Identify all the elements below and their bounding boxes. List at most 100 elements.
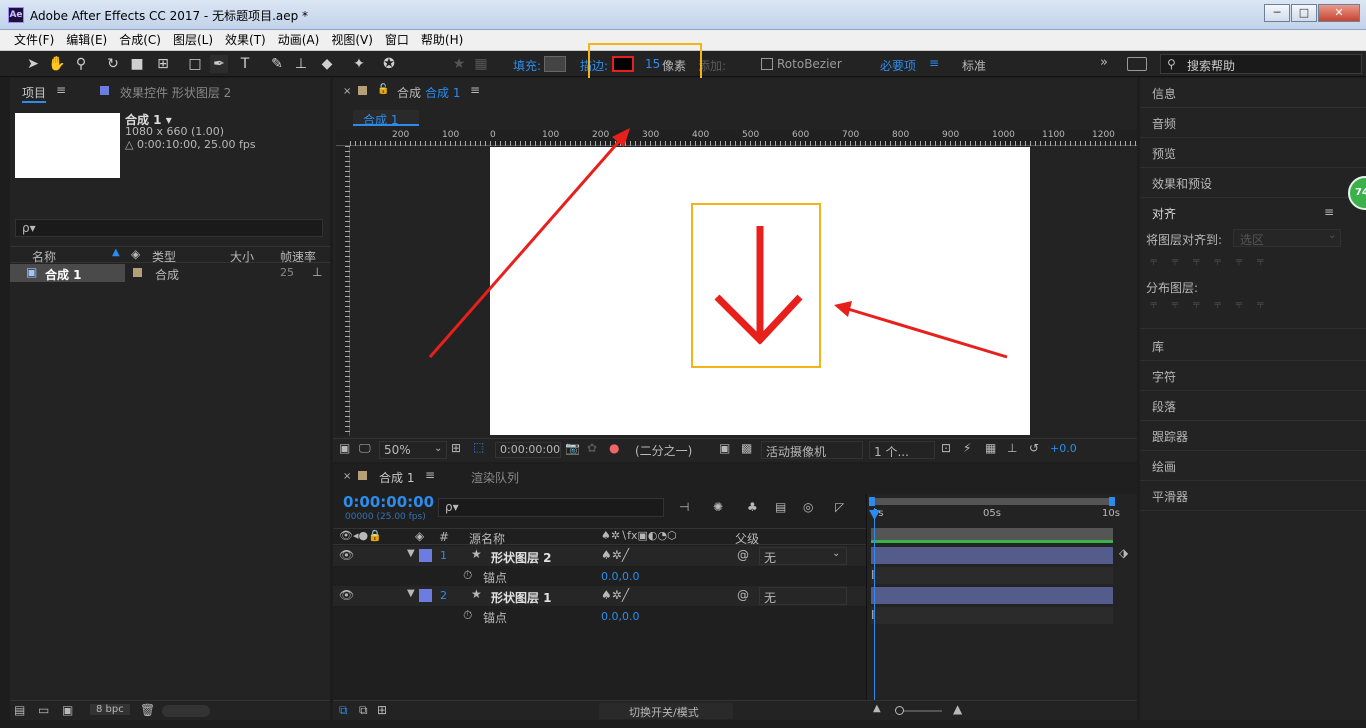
- workspace-essentials[interactable]: 必要项: [880, 57, 916, 74]
- panel-audio[interactable]: 音频: [1152, 115, 1176, 132]
- hand-tool-icon[interactable]: ✋: [48, 55, 66, 73]
- minimize-button[interactable]: ─: [1264, 4, 1290, 22]
- menu-help[interactable]: 帮助(H): [415, 30, 469, 50]
- panel-paragraph[interactable]: 段落: [1152, 398, 1176, 415]
- new-comp-icon[interactable]: ▣: [62, 703, 73, 717]
- col-name[interactable]: 名称: [32, 248, 56, 265]
- panel-smoother[interactable]: 平滑器: [1152, 488, 1188, 505]
- property-value-2[interactable]: 0.0,0.0: [601, 610, 639, 623]
- project-tab[interactable]: 项目: [22, 84, 47, 103]
- pen-tool-icon[interactable]: ✒: [210, 55, 228, 73]
- menu-window[interactable]: 窗口: [379, 30, 415, 50]
- work-area-start-handle[interactable]: [869, 497, 875, 506]
- zoom-slider-handle[interactable]: [895, 706, 904, 715]
- monitor-icon[interactable]: 🖵: [359, 441, 371, 456]
- label-color[interactable]: [133, 268, 142, 277]
- maximize-button[interactable]: □: [1291, 4, 1317, 22]
- work-area-end-handle[interactable]: [1109, 497, 1115, 506]
- fit-icon[interactable]: ⊞: [451, 441, 461, 455]
- comp-tab-name[interactable]: 合成 1: [425, 84, 460, 101]
- layer-bar-1[interactable]: [871, 547, 1113, 564]
- region-icon[interactable]: ⬚: [473, 440, 484, 454]
- align-panel-title[interactable]: 对齐: [1152, 205, 1176, 222]
- delete-icon[interactable]: 🗑: [140, 703, 155, 717]
- table-row[interactable]: ⏱ 锚点 0.0,0.0: [333, 606, 866, 626]
- interpret-footage-icon[interactable]: ▤: [14, 703, 25, 717]
- stopwatch-icon[interactable]: ⏱: [463, 568, 472, 583]
- selection-tool-icon[interactable]: ➤: [24, 55, 42, 73]
- layer-label-color[interactable]: [419, 549, 432, 562]
- panel-info[interactable]: 信息: [1152, 85, 1176, 102]
- effects-controls-tab[interactable]: 效果控件 形状图层 2: [120, 84, 231, 101]
- table-row[interactable]: 👁 ▼ 1 ★ 形状图层 2 ♠✲╱ @ 无 ⌄: [333, 546, 866, 566]
- roto-brush-tool-icon[interactable]: ✦: [350, 55, 368, 73]
- lock-icon[interactable]: 🔓: [377, 84, 389, 95]
- panel-tracker[interactable]: 跟踪器: [1152, 428, 1188, 445]
- stopwatch-icon-2[interactable]: ⏱: [463, 608, 472, 623]
- draft-3d-icon[interactable]: ✺: [713, 500, 723, 514]
- menu-effect[interactable]: 效果(T): [219, 30, 272, 50]
- comp-button-icon[interactable]: ⬗: [1119, 546, 1128, 560]
- puppet-pin-tool-icon[interactable]: ✪: [380, 55, 398, 73]
- clone-stamp-tool-icon[interactable]: ⊥: [292, 55, 310, 73]
- align-panel-menu-icon[interactable]: ≡: [1324, 205, 1334, 219]
- roi-icon[interactable]: ▣: [719, 441, 730, 455]
- composition-mini-flowchart-icon[interactable]: ⊣: [679, 500, 689, 514]
- new-folder-icon[interactable]: ▭: [38, 703, 49, 717]
- panel-effects-presets[interactable]: 效果和预设: [1152, 175, 1212, 192]
- close-timeline-tab-icon[interactable]: ×: [343, 471, 351, 482]
- visibility-eye-icon-2[interactable]: 👁: [339, 588, 354, 602]
- timeline-icon[interactable]: ▦: [985, 441, 996, 455]
- menu-layer[interactable]: 图层(L): [167, 30, 219, 50]
- layer-switches-toggle-icon[interactable]: ⧉: [339, 703, 348, 718]
- help-search-input[interactable]: ⚲ 搜索帮助: [1160, 54, 1362, 74]
- parent-dropdown-2[interactable]: 无: [759, 587, 847, 605]
- camera-tool-icon[interactable]: ■: [128, 55, 146, 73]
- thumbnail-scrollbar[interactable]: [162, 705, 210, 717]
- panel-menu-icon[interactable]: ≡: [56, 83, 66, 97]
- timeline-timecode[interactable]: 0:00:00:00: [343, 493, 434, 511]
- col-parent[interactable]: 父级: [735, 530, 759, 547]
- frame-blending-icon[interactable]: ▤: [775, 500, 786, 514]
- layer-name[interactable]: 形状图层 2: [491, 549, 552, 566]
- distribute-buttons-row[interactable]: ⫧⫧⫧⫧⫧⫧: [1150, 297, 1342, 317]
- channel-icon[interactable]: ●: [609, 441, 619, 455]
- in-out-stretch-icon[interactable]: ⊞: [377, 703, 387, 717]
- zoom-slider-track[interactable]: [898, 710, 942, 712]
- exposure-value[interactable]: +0.0: [1050, 442, 1077, 455]
- add-label[interactable]: 添加:: [698, 57, 726, 74]
- panel-character[interactable]: 字符: [1152, 368, 1176, 385]
- menu-view[interactable]: 视图(V): [325, 30, 379, 50]
- disclosure-triangle-icon[interactable]: ▼: [407, 548, 415, 559]
- list-item[interactable]: ▣ 合成 1 合成 25 ⊥: [10, 264, 330, 282]
- comp-tab-prefix[interactable]: 合成: [397, 84, 421, 101]
- panel-preview[interactable]: 预览: [1152, 145, 1176, 162]
- layer-name-2[interactable]: 形状图层 1: [491, 589, 552, 606]
- workspace-menu-icon[interactable]: ≡: [929, 56, 939, 70]
- render-queue-tab[interactable]: 渲染队列: [471, 469, 519, 486]
- comp-panel-menu-icon[interactable]: ≡: [470, 83, 480, 97]
- transfer-controls-icon[interactable]: ⧉: [359, 703, 368, 718]
- show-snapshot-icon[interactable]: ✿: [587, 441, 597, 455]
- panel-paint[interactable]: 绘画: [1152, 458, 1176, 475]
- flowchart-icon-2[interactable]: ⊥: [1007, 441, 1017, 455]
- breadcrumb[interactable]: 合成 1: [353, 110, 419, 127]
- disclosure-triangle-icon-2[interactable]: ▼: [407, 588, 415, 599]
- col-type[interactable]: 类型: [152, 248, 176, 265]
- rotobezier-checkbox[interactable]: [761, 58, 773, 70]
- col-fps[interactable]: 帧速率: [280, 248, 316, 265]
- reset-exposure-icon[interactable]: ↺: [1029, 441, 1039, 455]
- sync-settings-icon[interactable]: [1127, 57, 1147, 71]
- graph-editor-icon[interactable]: ◸: [835, 500, 844, 514]
- toggle-pixel-icon[interactable]: ⊡: [941, 441, 951, 455]
- transparency-grid-icon[interactable]: ▩: [741, 441, 752, 455]
- layer-switches-icon-2[interactable]: ♠✲╱: [601, 588, 629, 602]
- align-buttons-row[interactable]: ⫧⫧⫧⫧⫧⫧: [1150, 254, 1342, 274]
- parent-dropdown[interactable]: 无 ⌄: [759, 547, 847, 565]
- rectangle-tool-icon[interactable]: □: [186, 55, 204, 73]
- views-dropdown[interactable]: 1 个...: [869, 441, 935, 459]
- snapshot-icon[interactable]: 📷: [565, 441, 580, 455]
- eraser-tool-icon[interactable]: ◆: [318, 55, 336, 73]
- table-row[interactable]: 👁 ▼ 2 ★ 形状图层 1 ♠✲╱ @ 无: [333, 586, 866, 606]
- fast-preview-icon[interactable]: ⚡: [963, 441, 971, 455]
